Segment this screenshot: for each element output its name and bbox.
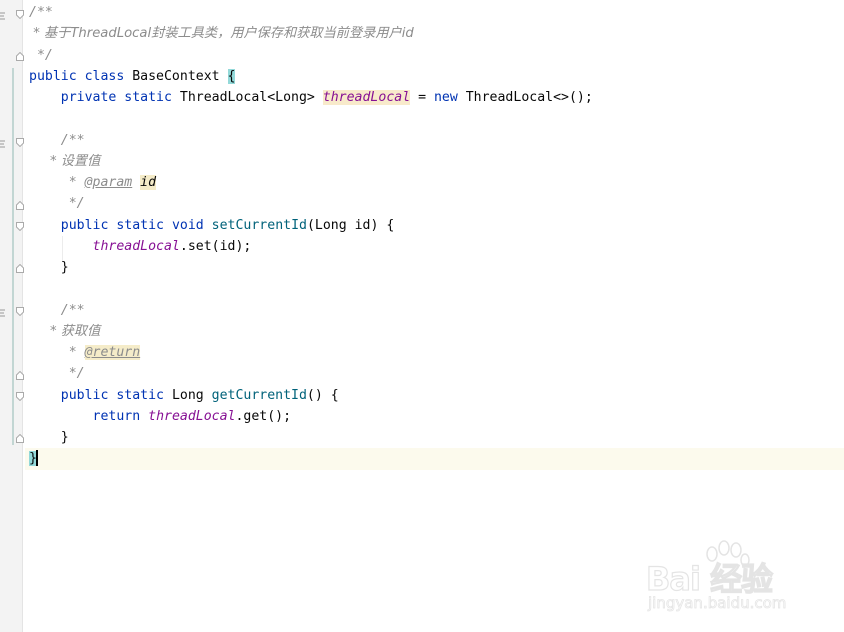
code-token: getCurrentId xyxy=(211,387,307,403)
code-token: * 基于ThreadLocal封装工具类，用户保存和获取当前登录用户id xyxy=(29,26,414,42)
code-line[interactable]: } xyxy=(25,448,844,470)
code-token: id xyxy=(140,175,157,190)
code-line[interactable]: * 基于ThreadLocal封装工具类，用户保存和获取当前登录用户id xyxy=(29,23,844,44)
code-line[interactable]: */ xyxy=(29,45,844,66)
fold-open-icon[interactable] xyxy=(16,10,24,19)
code-token: * 设置值 xyxy=(29,153,101,169)
code-token: = xyxy=(410,90,434,105)
code-token: @return xyxy=(84,345,141,360)
code-token: static xyxy=(116,217,164,233)
code-line[interactable]: * @return xyxy=(29,342,844,363)
editor-gutter[interactable] xyxy=(0,0,24,632)
code-line[interactable]: * 设置值 xyxy=(29,151,844,172)
code-token: threadLocal xyxy=(322,90,411,105)
code-token: public xyxy=(29,68,77,84)
code-token: setCurrentId xyxy=(211,217,307,233)
code-editor[interactable]: /** * 基于ThreadLocal封装工具类，用户保存和获取当前登录用户id… xyxy=(25,2,844,470)
code-token: */ xyxy=(29,366,85,382)
code-token: Long xyxy=(164,387,212,403)
code-token: { xyxy=(227,68,236,84)
code-token: * 获取值 xyxy=(29,323,101,339)
code-token: () { xyxy=(306,387,339,403)
code-token: } xyxy=(29,260,69,275)
code-token: class xyxy=(84,68,125,84)
code-token: new xyxy=(433,90,458,105)
code-line[interactable]: */ xyxy=(29,193,844,214)
code-line[interactable]: public static Long getCurrentId() { xyxy=(29,385,844,406)
fold-open-icon[interactable] xyxy=(16,307,24,316)
fold-close-icon[interactable] xyxy=(16,264,24,273)
code-line[interactable]: threadLocal.set(id); xyxy=(29,236,844,257)
baidu-jingyan-watermark: Bai 经验 jingyan.baidu.com xyxy=(644,540,824,620)
code-token: */ xyxy=(29,47,53,63)
code-line[interactable]: } xyxy=(29,427,844,448)
code-token: public xyxy=(60,217,109,233)
fold-close-icon[interactable] xyxy=(16,52,24,61)
code-token: .set(id); xyxy=(179,238,252,254)
code-token: public xyxy=(60,387,109,403)
fold-close-icon[interactable] xyxy=(16,201,24,210)
code-token: ThreadLocal<Long> xyxy=(171,90,323,105)
code-line[interactable]: /** xyxy=(29,2,844,23)
code-token: BaseContext xyxy=(124,68,228,84)
code-line[interactable] xyxy=(29,278,844,299)
fold-open-icon[interactable] xyxy=(16,138,24,147)
code-line[interactable]: public class BaseContext { xyxy=(29,66,844,87)
code-line[interactable] xyxy=(29,108,844,129)
code-line[interactable]: * @param id xyxy=(29,172,844,193)
fold-open-icon[interactable] xyxy=(16,392,24,401)
fold-edge-icon xyxy=(0,306,6,317)
fold-edge-icon xyxy=(0,9,6,20)
code-token: threadLocal xyxy=(148,408,236,424)
fold-edge-icon xyxy=(0,137,6,148)
code-token: /** xyxy=(29,5,53,20)
code-token: * xyxy=(29,175,85,190)
fold-close-icon[interactable] xyxy=(16,371,24,380)
watermark-url: jingyan.baidu.com xyxy=(648,594,787,613)
code-token: /** xyxy=(29,302,85,318)
code-token: } xyxy=(29,430,69,445)
code-line[interactable]: } xyxy=(29,257,844,278)
code-token: ThreadLocal<>(); xyxy=(457,90,593,105)
code-line[interactable]: private static ThreadLocal<Long> threadL… xyxy=(29,87,844,108)
code-token: @param xyxy=(84,175,133,190)
text-caret xyxy=(35,450,38,467)
code-line[interactable]: /** xyxy=(29,130,844,151)
code-token: void xyxy=(171,217,204,233)
code-token: (Long id) { xyxy=(306,217,395,233)
code-token: return xyxy=(92,408,141,424)
change-marker[interactable] xyxy=(12,68,14,445)
code-line[interactable]: /** xyxy=(29,300,844,321)
code-line[interactable]: public static void setCurrentId(Long id)… xyxy=(29,215,844,236)
fold-open-icon[interactable] xyxy=(16,222,24,231)
code-token: static xyxy=(124,90,172,105)
code-token: .get(); xyxy=(235,408,292,424)
code-token: * xyxy=(29,345,85,360)
code-line[interactable]: return threadLocal.get(); xyxy=(29,406,844,427)
code-line[interactable]: * 获取值 xyxy=(29,321,844,342)
fold-close-icon[interactable] xyxy=(16,434,24,443)
code-line[interactable]: */ xyxy=(29,363,844,384)
code-token: private xyxy=(60,90,117,105)
code-token: */ xyxy=(29,196,85,212)
code-token: static xyxy=(116,387,164,403)
code-token: /** xyxy=(29,132,85,148)
code-token: threadLocal xyxy=(92,238,180,254)
